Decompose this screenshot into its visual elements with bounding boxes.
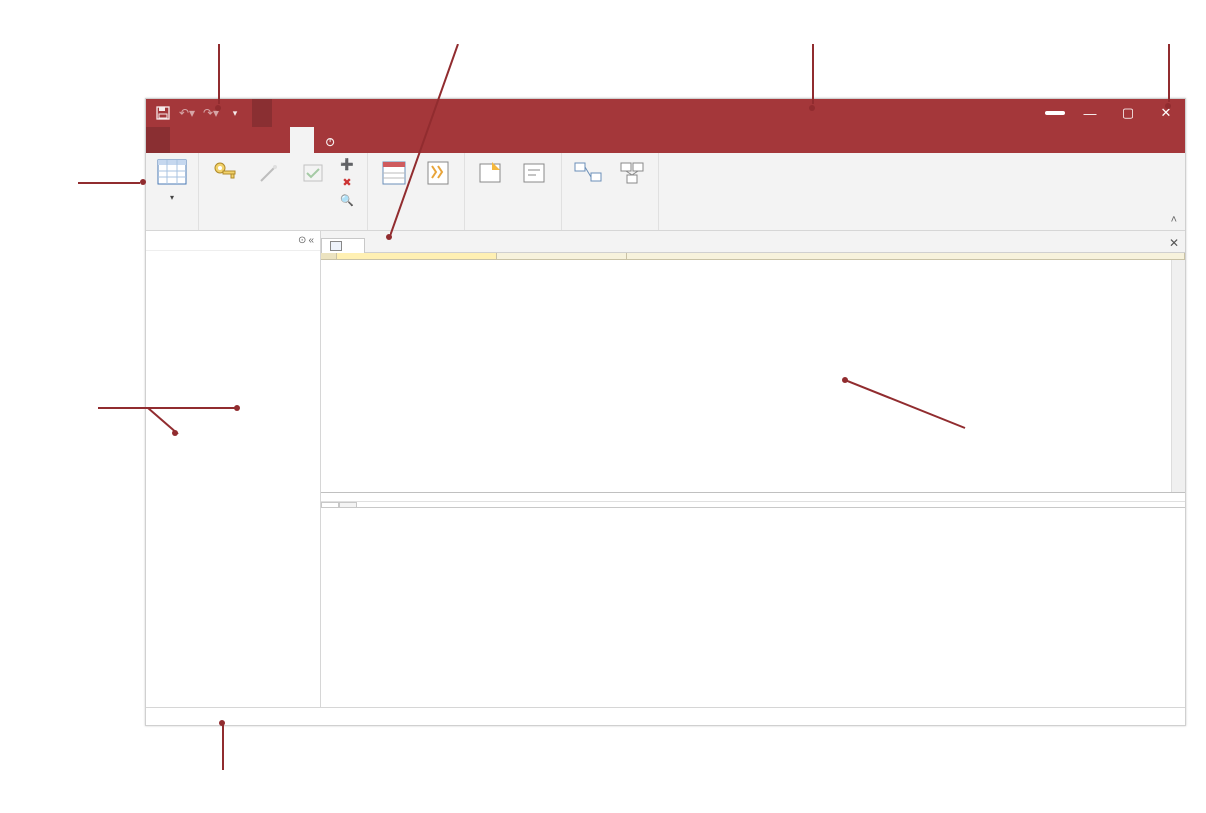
qat-customize-icon[interactable]: ▾ xyxy=(226,104,244,122)
tab-external-data[interactable] xyxy=(218,127,242,153)
table-icon xyxy=(330,241,342,251)
create-data-macros-button[interactable] xyxy=(471,155,511,193)
quick-access-toolbar: ↶▾ ↷▾ ▾ xyxy=(146,104,252,122)
macro-icon xyxy=(475,157,507,189)
tab-design[interactable] xyxy=(290,127,314,153)
property-sheet-button[interactable] xyxy=(374,155,414,193)
rename-delete-macro-button[interactable] xyxy=(515,155,555,193)
col-field-name[interactable] xyxy=(337,253,497,259)
navigation-pane: ⊙ « xyxy=(146,231,321,707)
indexes-icon xyxy=(422,157,454,189)
undo-icon[interactable]: ↶▾ xyxy=(178,104,196,122)
work-area: ✕ xyxy=(321,231,1185,707)
ribbon-group-tools: ➕ ✖ 🔍 xyxy=(199,153,368,230)
ribbon-group-views: ▾ xyxy=(146,153,199,230)
insert-rows-button[interactable]: ➕ xyxy=(337,155,361,173)
field-properties-label xyxy=(321,493,1185,502)
builder-button[interactable] xyxy=(249,155,289,193)
grid-header xyxy=(321,253,1185,260)
close-tab-button[interactable]: ✕ xyxy=(1163,234,1185,252)
nav-dropdown-icon[interactable]: ⊙ xyxy=(298,235,306,246)
dependencies-icon xyxy=(616,157,648,189)
key-icon xyxy=(209,157,241,189)
tab-create[interactable] xyxy=(194,127,218,153)
insert-rows-icon: ➕ xyxy=(339,156,355,172)
save-icon[interactable] xyxy=(154,104,172,122)
modify-lookups-button[interactable]: 🔍 xyxy=(337,191,361,209)
field-properties-pane xyxy=(321,502,1185,707)
object-dependencies-button[interactable] xyxy=(612,155,652,193)
app-window: ↶▾ ↷▾ ▾ — ▢ ✕ xyxy=(145,98,1186,726)
collapse-ribbon-button[interactable]: ˄ xyxy=(1163,210,1185,230)
table-design-grid xyxy=(321,253,1185,493)
relationships-icon xyxy=(572,157,604,189)
ribbon-group-events xyxy=(465,153,562,230)
view-button[interactable]: ▾ xyxy=(152,155,192,204)
object-tab-calls[interactable] xyxy=(321,238,365,253)
app-body: ⊙ « ✕ xyxy=(146,231,1185,707)
datasheet-view-icon xyxy=(156,157,188,189)
object-tabs: ✕ xyxy=(321,231,1185,253)
minimize-button[interactable]: — xyxy=(1071,99,1109,127)
fp-tab-lookup[interactable] xyxy=(339,502,357,507)
delete-rows-button[interactable]: ✖ xyxy=(337,173,361,191)
fp-help-area xyxy=(641,508,1185,707)
primary-key-button[interactable] xyxy=(205,155,245,193)
col-description[interactable] xyxy=(627,253,1185,259)
maximize-button[interactable]: ▢ xyxy=(1109,99,1147,127)
property-sheet-icon xyxy=(378,157,410,189)
tab-file[interactable] xyxy=(146,127,170,153)
relationships-button[interactable] xyxy=(568,155,608,193)
ribbon: ▾ ➕ ✖ xyxy=(146,153,1185,231)
lookup-icon: 🔍 xyxy=(339,192,355,208)
tab-database-tools[interactable] xyxy=(242,127,266,153)
tell-me-search[interactable] xyxy=(314,127,354,153)
ribbon-group-relationships xyxy=(562,153,659,230)
test-validation-button[interactable] xyxy=(293,155,333,193)
title-bar: ↶▾ ↷▾ ▾ — ▢ ✕ xyxy=(146,99,1185,127)
indexes-button[interactable] xyxy=(418,155,458,193)
fp-tab-general[interactable] xyxy=(321,502,339,507)
rename-macro-icon xyxy=(519,157,551,189)
nav-collapse-icon[interactable]: « xyxy=(308,235,314,246)
validation-icon xyxy=(297,157,329,189)
contextual-tab-label xyxy=(252,99,272,127)
redo-icon[interactable]: ↷▾ xyxy=(202,104,220,122)
menu-bar xyxy=(146,127,1185,153)
ribbon-group-showhide xyxy=(368,153,465,230)
col-data-type[interactable] xyxy=(497,253,627,259)
tab-help[interactable] xyxy=(266,127,290,153)
tab-home[interactable] xyxy=(170,127,194,153)
delete-rows-icon: ✖ xyxy=(339,174,355,190)
close-button[interactable]: ✕ xyxy=(1147,99,1185,127)
wand-icon xyxy=(253,157,285,189)
status-bar xyxy=(146,707,1185,725)
nav-pane-header[interactable]: ⊙ « xyxy=(146,231,320,251)
vertical-scrollbar[interactable] xyxy=(1171,260,1185,492)
signin-button[interactable] xyxy=(1045,111,1065,115)
